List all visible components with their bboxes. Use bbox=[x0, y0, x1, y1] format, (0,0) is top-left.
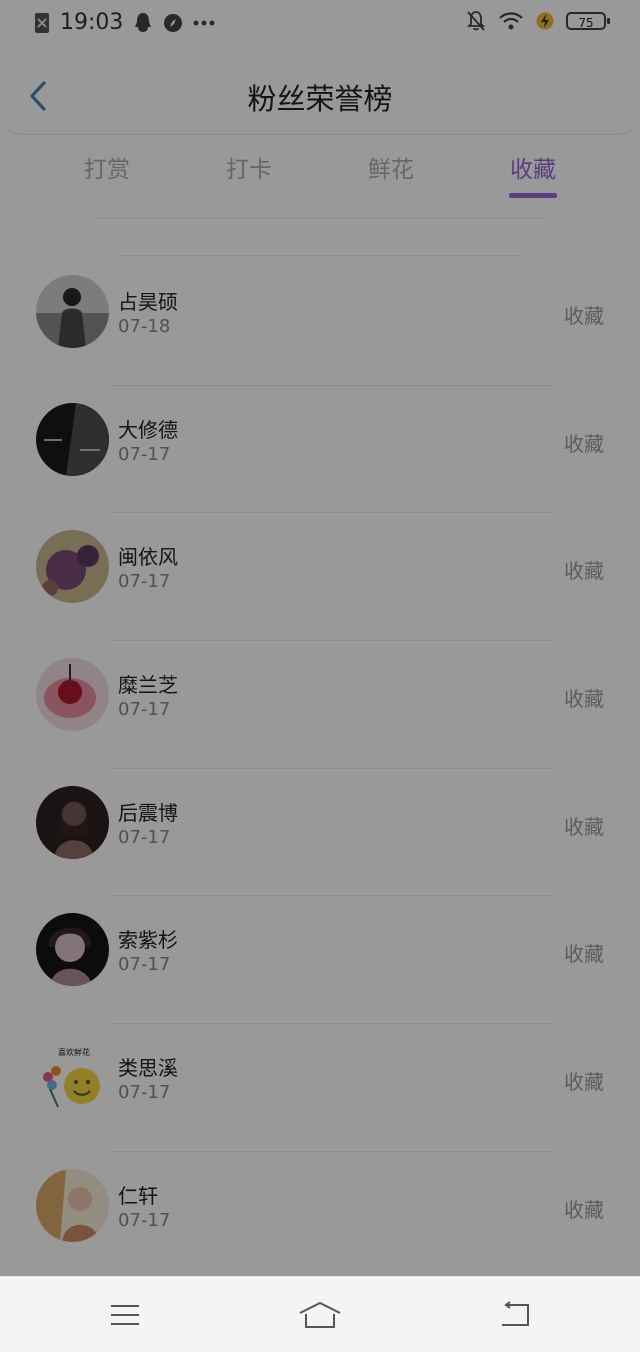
home-icon bbox=[299, 1301, 341, 1328]
charging-icon bbox=[536, 12, 554, 30]
tab-tips[interactable]: 打赏 bbox=[47, 150, 167, 184]
fan-date: 07-17 bbox=[118, 1209, 171, 1231]
fan-name: 占昊硕 bbox=[118, 290, 178, 314]
list-item[interactable]: 喜欢鲜花 类思溪 07-17 收藏 bbox=[0, 1024, 640, 1152]
status-time: 19:03 bbox=[60, 10, 124, 35]
favorite-label: 收藏 bbox=[564, 559, 604, 584]
fan-date: 07-18 bbox=[118, 316, 171, 337]
system-nav-bar bbox=[0, 1276, 640, 1352]
compass-icon bbox=[164, 13, 183, 32]
fan-date: 07-17 bbox=[118, 699, 171, 721]
fan-date: 07-17 bbox=[118, 443, 171, 465]
fan-name: 大修德 bbox=[118, 417, 178, 442]
favorite-label: 收藏 bbox=[564, 814, 604, 839]
avatar[interactable] bbox=[36, 402, 109, 476]
avatar[interactable] bbox=[36, 785, 109, 859]
tab-favorites[interactable]: 收藏 bbox=[473, 150, 593, 184]
fan-name: 闽依风 bbox=[118, 545, 178, 570]
avatar-caption: 喜欢鲜花 bbox=[58, 1047, 90, 1057]
list-top-divider bbox=[120, 255, 520, 256]
list-item[interactable]: 仁轩 07-17 收藏 bbox=[0, 1152, 640, 1280]
status-bar: 19:03 75 bbox=[0, 0, 640, 50]
fan-name: 类思溪 bbox=[118, 1056, 178, 1081]
list-item[interactable]: 闽依风 07-17 收藏 bbox=[0, 513, 640, 642]
fan-name: 仁轩 bbox=[118, 1183, 158, 1208]
menu-icon bbox=[111, 1305, 139, 1325]
qq-icon bbox=[135, 12, 152, 32]
fan-list: 占昊硕 07-18 收藏 大修德 07-17 收藏 闽依风 07-17 收藏 糜… bbox=[0, 258, 640, 1280]
tab-flowers[interactable]: 鲜花 bbox=[331, 150, 451, 184]
favorite-label: 收藏 bbox=[564, 304, 604, 328]
tab-checkin[interactable]: 打卡 bbox=[189, 150, 309, 184]
more-dots-icon bbox=[194, 20, 215, 25]
active-tab-indicator bbox=[509, 193, 557, 198]
wifi-icon bbox=[499, 12, 523, 30]
fan-date: 07-17 bbox=[118, 954, 171, 976]
favorite-label: 收藏 bbox=[564, 1070, 604, 1095]
list-item[interactable]: 占昊硕 07-18 收藏 bbox=[0, 258, 640, 386]
nav-back-button[interactable] bbox=[485, 1295, 545, 1335]
list-item[interactable]: 后震博 07-17 收藏 bbox=[0, 769, 640, 897]
avatar[interactable] bbox=[36, 530, 109, 604]
page-title: 粉丝荣誉榜 bbox=[247, 82, 393, 116]
nav-menu-button[interactable] bbox=[95, 1295, 155, 1335]
fan-date: 07-17 bbox=[118, 571, 171, 593]
avatar[interactable] bbox=[36, 658, 109, 732]
battery-icon: 75 bbox=[566, 12, 610, 30]
favorite-label: 收藏 bbox=[564, 431, 604, 456]
no-sim-icon bbox=[35, 12, 49, 33]
list-item[interactable]: 糜兰芝 07-17 收藏 bbox=[0, 641, 640, 769]
favorite-label: 收藏 bbox=[564, 687, 604, 712]
favorite-label: 收藏 bbox=[564, 1197, 604, 1222]
nav-home-button[interactable] bbox=[290, 1295, 350, 1335]
fan-date: 07-17 bbox=[118, 826, 171, 848]
fan-date: 07-17 bbox=[118, 1082, 171, 1104]
tabs-divider bbox=[95, 218, 545, 219]
avatar[interactable] bbox=[36, 275, 109, 348]
favorite-label: 收藏 bbox=[564, 942, 604, 967]
fan-name: 后震博 bbox=[118, 800, 178, 825]
list-item[interactable]: 索紫杉 07-17 收藏 bbox=[0, 896, 640, 1025]
app-header: 粉丝荣誉榜 bbox=[0, 58, 640, 135]
fan-name: 索紫杉 bbox=[118, 928, 178, 953]
list-item[interactable]: 大修德 07-17 收藏 bbox=[0, 386, 640, 514]
avatar[interactable] bbox=[36, 913, 109, 987]
avatar[interactable] bbox=[36, 1168, 109, 1242]
fan-name: 糜兰芝 bbox=[118, 673, 178, 698]
avatar[interactable]: 喜欢鲜花 bbox=[36, 1041, 109, 1115]
bell-muted-icon bbox=[466, 11, 486, 31]
back-icon bbox=[502, 1301, 529, 1326]
